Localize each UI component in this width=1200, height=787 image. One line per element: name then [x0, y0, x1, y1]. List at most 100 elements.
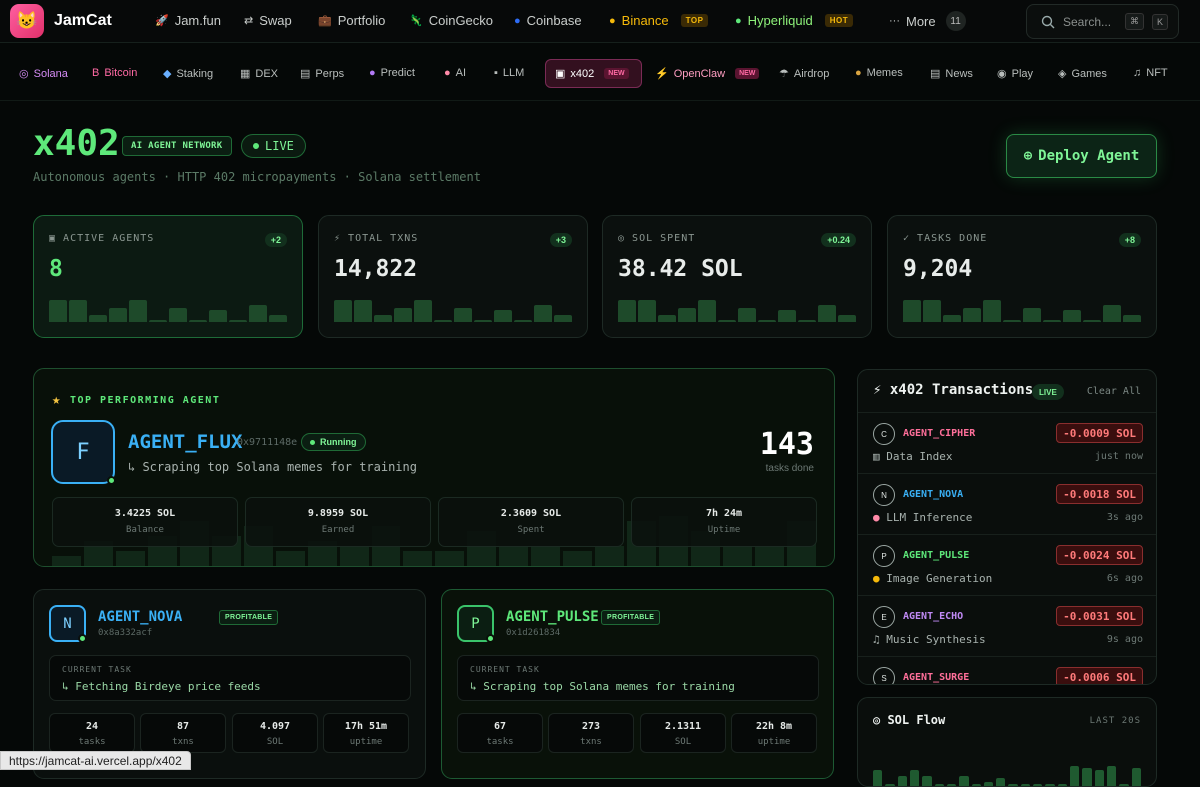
briefcase-icon: 💼 — [318, 15, 332, 27]
new-badge: NEW — [735, 68, 760, 79]
stat-sol-spent: ◎ SOL SPENT +0.24 38.42 SOL — [602, 215, 872, 338]
subnav-solana[interactable]: ◎ Solana — [19, 67, 68, 81]
nav-coinbase[interactable]: ● Coinbase — [514, 13, 582, 28]
star-icon: ★ — [52, 392, 62, 408]
subnav-airdrop[interactable]: ☂ Airdrop — [779, 67, 829, 81]
bar — [618, 300, 636, 322]
search-box[interactable]: Search... ⌘ K — [1026, 4, 1179, 39]
metric-uptime: 22h 8m uptime — [731, 713, 817, 753]
bar — [698, 300, 716, 322]
tx-row[interactable]: S AGENT_SURGE -0.0006 SOL — [858, 656, 1156, 684]
tx-agent: AGENT_PULSE — [903, 550, 970, 561]
lightning-icon: ⚡ — [873, 382, 890, 398]
tx-time: 9s ago — [1106, 634, 1143, 645]
swap-icon: ⇄ — [244, 15, 254, 27]
newspaper-icon: ▤ — [930, 68, 941, 80]
subnav-predict[interactable]: ● Predict — [369, 67, 415, 79]
top-agent-card[interactable]: ★ TOP PERFORMING AGENT F AGENT_FLUX 0x971… — [33, 368, 835, 567]
subnav-x402[interactable]: ▣ x402 NEW — [555, 67, 629, 80]
tx-task: Image Generation — [886, 572, 993, 585]
deploy-agent-button[interactable]: ⊕ Deploy Agent — [1006, 134, 1157, 178]
nav-jamfun[interactable]: 🚀 Jam.fun — [155, 13, 221, 28]
bar — [1043, 319, 1061, 322]
online-dot — [486, 634, 495, 643]
profitable-badge: PROFITABLE — [219, 610, 279, 625]
tasks-count-label: tasks done — [765, 463, 814, 474]
bar — [903, 300, 921, 322]
tx-row[interactable]: P AGENT_PULSE -0.0024 SOL ● Image Genera… — [858, 534, 1156, 595]
bar — [1023, 307, 1041, 322]
metric-uptime: 17h 51m uptime — [323, 713, 409, 753]
nav-swap[interactable]: ⇄ Swap — [244, 13, 292, 28]
agent-name[interactable]: AGENT_NOVA — [98, 609, 182, 625]
subnav-ai[interactable]: ● AI — [444, 67, 466, 79]
tx-row[interactable]: C AGENT_CIPHER -0.0009 SOL ▥ Data Index … — [858, 412, 1156, 473]
metric-sol: 2.1311 SOL — [640, 713, 726, 753]
agent-avatar: C — [873, 423, 895, 445]
subnav-staking[interactable]: ◆ Staking — [163, 67, 213, 81]
bar — [1083, 319, 1101, 322]
subnav-play[interactable]: ◉ Play — [997, 67, 1033, 81]
subnav-openclaw[interactable]: ⚡ OpenClaw NEW — [655, 67, 760, 80]
agent-name[interactable]: AGENT_FLUX — [128, 431, 242, 453]
nav-more[interactable]: ··· More 11 — [889, 11, 966, 31]
bar — [394, 307, 412, 322]
brand-name[interactable]: JamCat — [54, 12, 112, 30]
agent-name[interactable]: AGENT_PULSE — [506, 609, 599, 625]
clear-all-button[interactable]: Clear All — [1087, 386, 1141, 397]
subnav-bitcoin[interactable]: B Bitcoin — [92, 67, 137, 79]
metric-uptime: 7h 24m Uptime — [631, 497, 817, 547]
agent-address: 0x8a332acf — [98, 628, 153, 638]
nav-binance[interactable]: ● Binance TOP — [609, 13, 709, 28]
subnav-perps[interactable]: ▤ Perps — [300, 67, 344, 81]
tx-task: LLM Inference — [886, 511, 973, 524]
meme-icon: ● — [855, 67, 862, 79]
nav-hyperliquid[interactable]: ● Hyperliquid HOT — [735, 13, 854, 28]
new-badge: NEW — [604, 68, 629, 79]
bar — [943, 314, 961, 322]
bar — [499, 546, 529, 566]
subnav-nft[interactable]: ♫ NFT — [1133, 67, 1168, 79]
bar — [209, 310, 227, 322]
bar — [434, 319, 452, 322]
stat-value: 8 — [49, 256, 63, 282]
agent-card-pulse[interactable]: P AGENT_PULSE PROFITABLE 0x1d261834 CURR… — [441, 589, 834, 779]
brand-logo[interactable]: 😺 — [10, 4, 44, 38]
current-task-box: CURRENT TASK ↳ Scraping top Solana memes … — [457, 655, 819, 701]
stat-sparkline — [334, 298, 572, 322]
subnav-memes[interactable]: ● Memes — [855, 67, 903, 79]
bar — [778, 310, 796, 322]
agent-avatar: F — [51, 420, 116, 485]
gecko-icon: 🦎 — [409, 15, 423, 27]
agent-avatar: P — [457, 605, 495, 643]
stat-sparkline — [903, 298, 1141, 322]
chart-icon: ▦ — [240, 68, 251, 80]
stat-active-agents: ▣ ACTIVE AGENTS +2 8 — [33, 215, 303, 338]
gamepad-icon: ◉ — [997, 68, 1007, 80]
tx-time: 6s ago — [1106, 573, 1143, 584]
agent-task: ↳ Scraping top Solana memes for training — [128, 460, 417, 474]
tx-task: Music Synthesis — [886, 633, 986, 646]
agent-address: 0x1d261834 — [506, 628, 561, 638]
subnav-llm[interactable]: ▪ LLM — [494, 67, 524, 79]
current-task-box: CURRENT TASK ↳ Fetching Birdeye price fee… — [49, 655, 411, 701]
bar — [1070, 766, 1080, 786]
subnav-games[interactable]: ◈ Games — [1058, 67, 1107, 81]
tx-agent: AGENT_NOVA — [903, 489, 964, 500]
rocket-icon: 🚀 — [155, 15, 169, 27]
subnav-dex[interactable]: ▦ DEX — [240, 67, 278, 81]
hot-badge: HOT — [824, 14, 854, 27]
search-placeholder: Search... — [1063, 14, 1112, 29]
lightning-icon: ⚡ — [334, 233, 349, 244]
stat-value: 9,204 — [903, 256, 973, 282]
subnav-news[interactable]: ▤ News — [930, 67, 973, 81]
tx-row[interactable]: N AGENT_NOVA -0.0018 SOL ● LLM Inference… — [858, 473, 1156, 534]
lightning-icon: ⚡ — [655, 68, 669, 80]
tx-row[interactable]: E AGENT_ECHO -0.0031 SOL ♫ Music Synthes… — [858, 595, 1156, 656]
nav-coingecko[interactable]: 🦎 CoinGecko — [409, 13, 493, 28]
nav-portfolio[interactable]: 💼 Portfolio — [318, 13, 385, 28]
bar — [923, 300, 941, 322]
bar — [149, 319, 167, 322]
bar — [1123, 314, 1141, 322]
bar — [115, 551, 145, 566]
